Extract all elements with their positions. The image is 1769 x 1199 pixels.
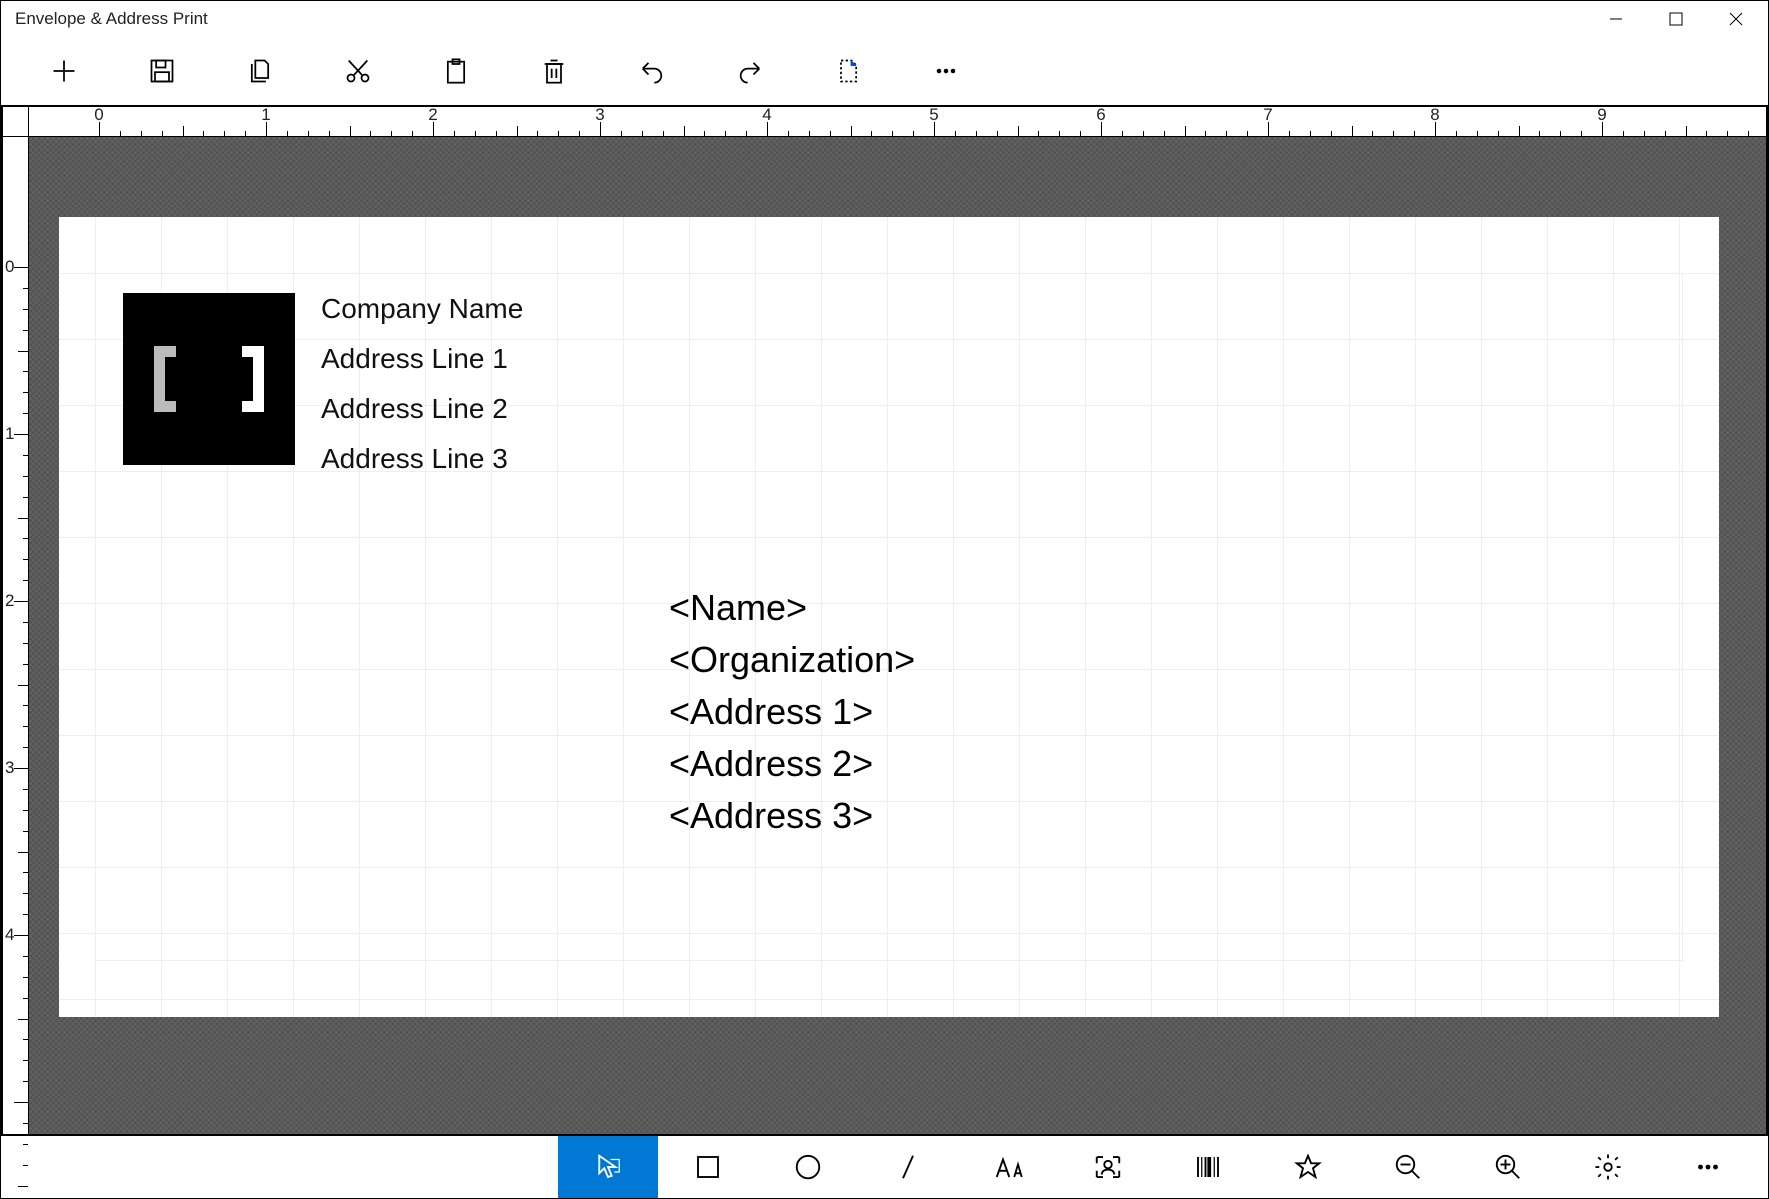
undo-button[interactable] [603, 37, 701, 105]
work-area: 0123456789 01234 Company Name Address Li… [1, 105, 1768, 1136]
bottom-more-button[interactable] [1658, 1136, 1758, 1198]
more-button[interactable] [897, 37, 995, 105]
paste-button[interactable] [407, 37, 505, 105]
settings-button[interactable] [1558, 1136, 1658, 1198]
recipient-addr3: <Address 3> [669, 795, 915, 837]
barcode-tool-button[interactable] [1158, 1136, 1258, 1198]
sender-lines[interactable]: Company Name Address Line 1 Address Line… [321, 293, 523, 493]
new-page-button[interactable] [799, 37, 897, 105]
close-button[interactable] [1706, 1, 1766, 37]
sender-company: Company Name [321, 293, 523, 325]
rectangle-tool-button[interactable] [658, 1136, 758, 1198]
sender-addr1: Address Line 1 [321, 343, 523, 375]
recipient-addr1: <Address 1> [669, 691, 915, 733]
redo-button[interactable] [701, 37, 799, 105]
window-title: Envelope & Address Print [15, 9, 208, 29]
recipient-name: <Name> [669, 587, 915, 629]
bottom-toolbar [1, 1136, 1768, 1198]
zoom-out-button[interactable] [1358, 1136, 1458, 1198]
recipient-org: <Organization> [669, 639, 915, 681]
select-tool-button[interactable] [558, 1136, 658, 1198]
delete-button[interactable] [505, 37, 603, 105]
company-logo[interactable] [123, 293, 295, 465]
sender-addr2: Address Line 2 [321, 393, 523, 425]
circle-tool-button[interactable] [758, 1136, 858, 1198]
new-button[interactable] [15, 37, 113, 105]
ruler-vertical[interactable]: 01234 [3, 137, 29, 1134]
canvas-viewport[interactable]: Company Name Address Line 1 Address Line… [29, 137, 1766, 1134]
recipient-addr2: <Address 2> [669, 743, 915, 785]
copy-button[interactable] [211, 37, 309, 105]
line-tool-button[interactable] [858, 1136, 958, 1198]
maximize-button[interactable] [1646, 1, 1706, 37]
ruler-corner [3, 107, 29, 137]
contact-tool-button[interactable] [1058, 1136, 1158, 1198]
zoom-in-button[interactable] [1458, 1136, 1558, 1198]
text-tool-button[interactable] [958, 1136, 1058, 1198]
top-toolbar [1, 37, 1768, 105]
title-bar: Envelope & Address Print [1, 1, 1768, 37]
sender-block[interactable]: Company Name Address Line 1 Address Line… [123, 293, 523, 493]
minimize-button[interactable] [1586, 1, 1646, 37]
star-tool-button[interactable] [1258, 1136, 1358, 1198]
save-button[interactable] [113, 37, 211, 105]
envelope-page[interactable]: Company Name Address Line 1 Address Line… [59, 217, 1719, 1017]
ruler-horizontal[interactable]: 0123456789 [29, 107, 1766, 137]
cut-button[interactable] [309, 37, 407, 105]
window-controls [1586, 1, 1766, 37]
sender-addr3: Address Line 3 [321, 443, 523, 475]
app-window: Envelope & Address Print 0123456789 0123… [0, 0, 1769, 1199]
recipient-block[interactable]: <Name> <Organization> <Address 1> <Addre… [669, 587, 915, 847]
